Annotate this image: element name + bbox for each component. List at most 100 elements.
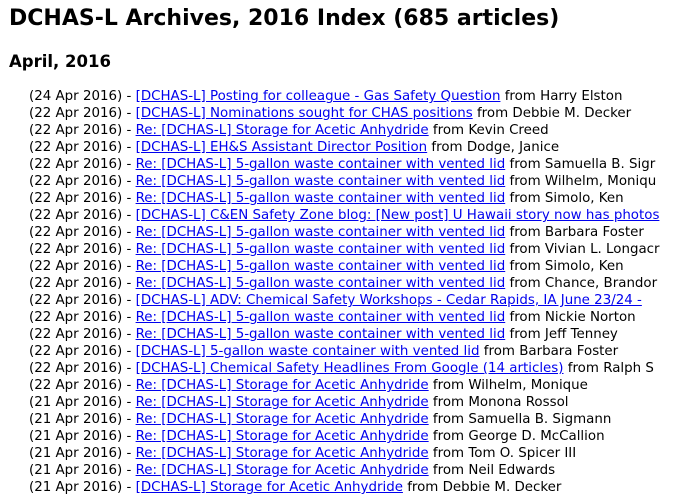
article-date: (22 Apr 2016) - (29, 344, 136, 359)
article-subject-link[interactable]: [DCHAS-L] Posting for colleague - Gas Sa… (136, 89, 501, 104)
from-label: from (500, 89, 541, 104)
article-date: (21 Apr 2016) - (29, 412, 136, 427)
article-author: Wilhelm, Moniqu (544, 174, 657, 189)
from-label: from (428, 378, 469, 393)
from-label: from (505, 157, 545, 172)
article-author: Jeff Tenney (544, 327, 618, 342)
article-row: (22 Apr 2016) - Re: [DCHAS-L] 5-gallon w… (29, 258, 660, 275)
from-label: from (428, 395, 469, 410)
article-subject-link[interactable]: Re: [DCHAS-L] Storage for Acetic Anhydri… (136, 446, 429, 461)
article-row: (22 Apr 2016) - [DCHAS-L] C&EN Safety Zo… (29, 207, 660, 224)
article-subject-link[interactable]: Re: [DCHAS-L] 5-gallon waste container w… (136, 225, 506, 240)
from-label: from (505, 327, 545, 342)
article-date: (21 Apr 2016) - (29, 446, 136, 461)
article-subject-link[interactable]: Re: [DCHAS-L] Storage for Acetic Anhydri… (136, 395, 429, 410)
month-heading: April, 2016 (9, 52, 111, 71)
from-label: from (505, 310, 545, 325)
article-author: Samuella B. Sigr (544, 157, 656, 172)
article-subject-link[interactable]: [DCHAS-L] Nominations sought for CHAS po… (136, 106, 473, 121)
article-subject-link[interactable]: [DCHAS-L] Chemical Safety Headlines From… (136, 361, 564, 376)
article-subject-link[interactable]: Re: [DCHAS-L] 5-gallon waste container w… (136, 157, 506, 172)
article-subject-link[interactable]: Re: [DCHAS-L] Storage for Acetic Anhydri… (136, 378, 429, 393)
article-date: (22 Apr 2016) - (29, 276, 136, 291)
from-label: from (428, 429, 469, 444)
article-author: George D. McCallion (468, 429, 605, 444)
article-row: (22 Apr 2016) - Re: [DCHAS-L] 5-gallon w… (29, 224, 660, 241)
article-author: Debbie M. Decker (512, 106, 632, 121)
from-label: from (428, 463, 469, 478)
article-row: (22 Apr 2016) - [DCHAS-L] EH&S Assistant… (29, 139, 660, 156)
article-row: (22 Apr 2016) - [DCHAS-L] Chemical Safet… (29, 360, 660, 377)
from-label: from (427, 140, 467, 155)
article-date: (22 Apr 2016) - (29, 123, 136, 138)
article-subject-link[interactable]: Re: [DCHAS-L] 5-gallon waste container w… (136, 242, 506, 257)
article-date: (21 Apr 2016) - (29, 395, 136, 410)
article-subject-link[interactable]: Re: [DCHAS-L] Storage for Acetic Anhydri… (136, 429, 429, 444)
article-date: (22 Apr 2016) - (29, 106, 136, 121)
article-author: Nickie Norton (544, 310, 636, 325)
article-author: Ralph S (603, 361, 654, 376)
from-label: from (479, 344, 520, 359)
article-row: (22 Apr 2016) - Re: [DCHAS-L] 5-gallon w… (29, 326, 660, 343)
article-row: (22 Apr 2016) - Re: [DCHAS-L] 5-gallon w… (29, 275, 660, 292)
article-author: Harry Elston (540, 89, 623, 104)
article-subject-link[interactable]: [DCHAS-L] ADV: Chemical Safety Workshops… (136, 293, 642, 308)
article-row: (22 Apr 2016) - Re: [DCHAS-L] 5-gallon w… (29, 173, 660, 190)
article-author: Debbie M. Decker (442, 480, 562, 495)
article-author: Simolo, Ken (544, 191, 624, 206)
article-date: (24 Apr 2016) - (29, 89, 136, 104)
article-author: Kevin Creed (468, 123, 549, 138)
article-subject-link[interactable]: Re: [DCHAS-L] Storage for Acetic Anhydri… (136, 463, 429, 478)
article-row: (22 Apr 2016) - Re: [DCHAS-L] 5-gallon w… (29, 156, 660, 173)
article-author: Monona Rossol (468, 395, 569, 410)
article-row: (22 Apr 2016) - [DCHAS-L] Nominations so… (29, 105, 660, 122)
article-date: (21 Apr 2016) - (29, 480, 136, 495)
from-label: from (505, 276, 545, 291)
article-author: Barbara Foster (519, 344, 619, 359)
article-date: (22 Apr 2016) - (29, 293, 136, 308)
article-subject-link[interactable]: Re: [DCHAS-L] 5-gallon waste container w… (136, 174, 506, 189)
article-subject-link[interactable]: Re: [DCHAS-L] 5-gallon waste container w… (136, 276, 506, 291)
article-row: (21 Apr 2016) - Re: [DCHAS-L] Storage fo… (29, 411, 660, 428)
article-list: (24 Apr 2016) - [DCHAS-L] Posting for co… (29, 88, 660, 495)
from-label: from (428, 446, 469, 461)
from-label: from (428, 412, 469, 427)
article-date: (22 Apr 2016) - (29, 174, 136, 189)
article-author: Vivian L. Longacr (544, 242, 660, 257)
article-subject-link[interactable]: [DCHAS-L] 5-gallon waste container with … (136, 344, 480, 359)
article-author: Samuella B. Sigmann (468, 412, 612, 427)
article-date: (22 Apr 2016) - (29, 378, 136, 393)
article-date: (22 Apr 2016) - (29, 140, 136, 155)
article-author: Chance, Brandor (544, 276, 658, 291)
from-label: from (505, 174, 545, 189)
article-date: (22 Apr 2016) - (29, 327, 136, 342)
article-subject-link[interactable]: Re: [DCHAS-L] Storage for Acetic Anhydri… (136, 412, 429, 427)
article-date: (22 Apr 2016) - (29, 191, 136, 206)
article-subject-link[interactable]: [DCHAS-L] C&EN Safety Zone blog: [New po… (136, 208, 660, 223)
article-subject-link[interactable]: [DCHAS-L] Storage for Acetic Anhydride (136, 480, 403, 495)
article-row: (21 Apr 2016) - Re: [DCHAS-L] Storage fo… (29, 394, 660, 411)
article-subject-link[interactable]: Re: [DCHAS-L] 5-gallon waste container w… (136, 259, 506, 274)
article-date: (22 Apr 2016) - (29, 225, 136, 240)
from-label: from (472, 106, 513, 121)
article-subject-link[interactable]: Re: [DCHAS-L] Storage for Acetic Anhydri… (136, 123, 429, 138)
article-row: (21 Apr 2016) - [DCHAS-L] Storage for Ac… (29, 479, 660, 495)
article-author: Neil Edwards (468, 463, 556, 478)
article-date: (22 Apr 2016) - (29, 157, 136, 172)
from-label: from (505, 242, 545, 257)
article-subject-link[interactable]: Re: [DCHAS-L] 5-gallon waste container w… (136, 327, 506, 342)
article-row: (22 Apr 2016) - Re: [DCHAS-L] 5-gallon w… (29, 190, 660, 207)
article-author: Simolo, Ken (544, 259, 624, 274)
article-row: (22 Apr 2016) - Re: [DCHAS-L] Storage fo… (29, 377, 660, 394)
article-subject-link[interactable]: Re: [DCHAS-L] 5-gallon waste container w… (136, 191, 506, 206)
article-row: (22 Apr 2016) - Re: [DCHAS-L] Storage fo… (29, 122, 660, 139)
article-date: (21 Apr 2016) - (29, 429, 136, 444)
article-row: (21 Apr 2016) - Re: [DCHAS-L] Storage fo… (29, 445, 660, 462)
article-row: (24 Apr 2016) - [DCHAS-L] Posting for co… (29, 88, 660, 105)
from-label: from (505, 225, 545, 240)
article-date: (22 Apr 2016) - (29, 208, 136, 223)
article-subject-link[interactable]: Re: [DCHAS-L] 5-gallon waste container w… (136, 310, 506, 325)
article-author: Tom O. Spicer III (468, 446, 577, 461)
from-label: from (428, 123, 469, 138)
article-subject-link[interactable]: [DCHAS-L] EH&S Assistant Director Positi… (136, 140, 428, 155)
